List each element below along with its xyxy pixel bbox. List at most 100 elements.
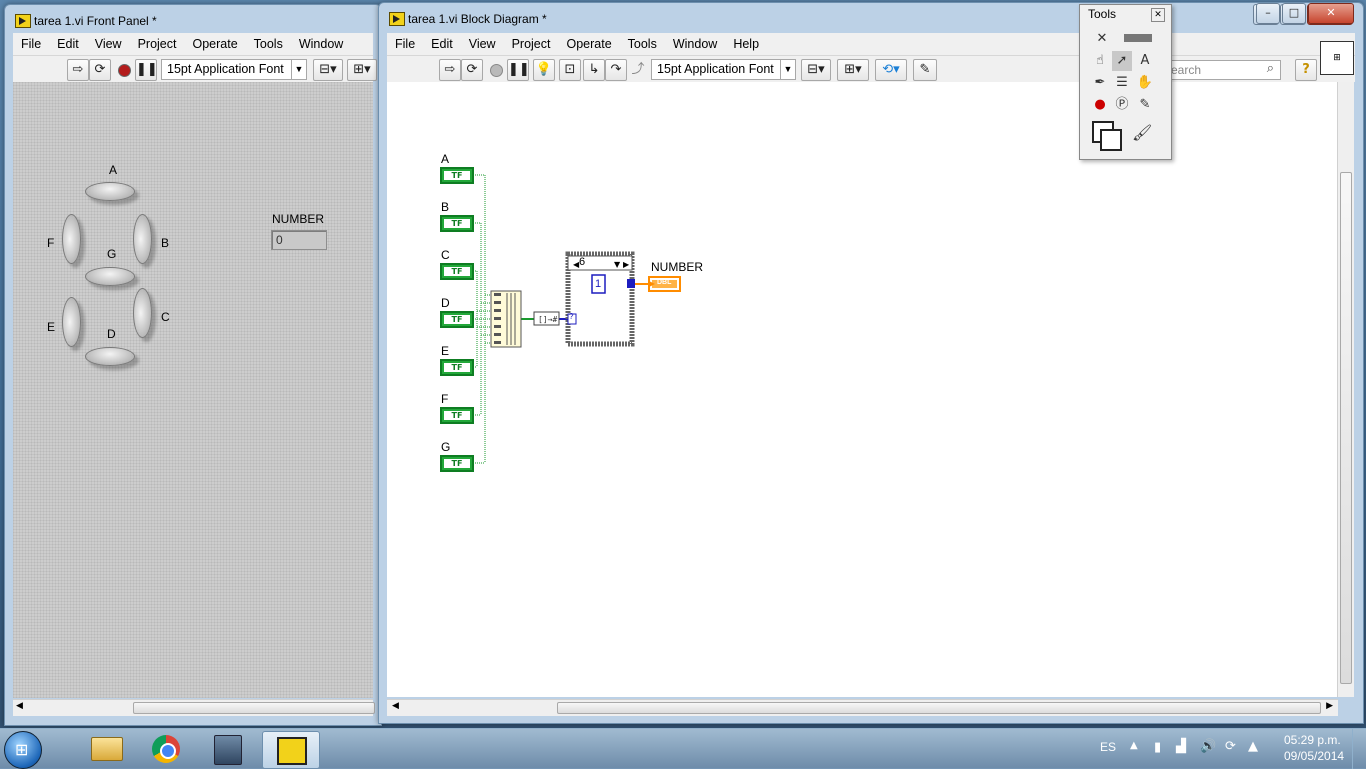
close-button[interactable]: ✕ [1308, 3, 1354, 24]
front-panel-titlebar[interactable]: tarea 1.vi Front Panel * [5, 5, 381, 35]
pause-icon[interactable]: ❚❚ [135, 59, 158, 81]
front_panel-menu-view[interactable]: View [87, 33, 130, 55]
front_panel-menu-edit[interactable]: Edit [49, 33, 87, 55]
block_diagram-menu-edit[interactable]: Edit [423, 33, 461, 55]
probe-icon[interactable]: Ⓟ [1112, 95, 1132, 115]
segment-led-f[interactable] [62, 214, 81, 264]
volume-icon[interactable]: 🔊 [1200, 739, 1216, 754]
help-icon[interactable]: ? [1295, 59, 1317, 81]
highlight-execution-icon[interactable]: 💡 [533, 59, 555, 81]
clock-time[interactable]: 05:29 p.m. [1284, 733, 1341, 747]
taskbar-computer[interactable] [200, 731, 256, 767]
segment-led-b[interactable] [133, 214, 152, 264]
step-into-icon[interactable]: ↳ [583, 59, 605, 81]
language-indicator[interactable]: ES [1100, 740, 1116, 754]
tools-palette[interactable]: Tools ✕ ✕ ☝ ➚ A ✒ ☰ ✋ ● Ⓟ ✎ 🖌 [1079, 4, 1172, 160]
run-arrow-icon[interactable]: ⇨ [67, 59, 89, 81]
object-shortcut-menu-icon[interactable]: ☰ [1112, 73, 1132, 93]
search-icon[interactable]: ⌕ [1267, 61, 1274, 76]
block-diagram-window[interactable]: tarea 1.vi Block Diagram * – □ ✕ FileEdi… [378, 2, 1364, 724]
segment-led-e[interactable] [62, 297, 81, 347]
front-panel-window[interactable]: tarea 1.vi Front Panel * File Edit View Pro… [4, 4, 382, 726]
front_panel-menu-project[interactable]: Project [130, 33, 185, 55]
run-continuously-icon[interactable]: ⟳ [461, 59, 483, 81]
step-over-icon[interactable]: ↷ [605, 59, 627, 81]
get-color-icon[interactable]: ✎ [1135, 95, 1155, 115]
front-panel-hscroll-thumb[interactable] [133, 702, 375, 714]
battery-icon[interactable]: ▮ [1154, 740, 1161, 755]
retain-wire-values-icon[interactable]: ⊡ [559, 59, 581, 81]
drive-icon[interactable]: ▲ [1248, 739, 1258, 754]
terminal-a[interactable]: TF [440, 167, 474, 184]
automatic-tool-icon[interactable]: ✕ [1092, 29, 1112, 49]
position-tool-icon[interactable]: ➚ [1112, 51, 1132, 71]
clean-up-diagram-icon[interactable]: ✎ [913, 59, 937, 81]
terminal-f[interactable]: TF [440, 407, 474, 424]
block_diagram-menu-window[interactable]: Window [665, 33, 725, 55]
align-objects-icon[interactable]: ⊟▾ [313, 59, 343, 81]
block-diagram-hscroll-thumb[interactable] [557, 702, 1321, 714]
block-diagram-titlebar[interactable]: tarea 1.vi Block Diagram * – □ ✕ [379, 3, 1363, 33]
minimize-button[interactable]: – [1256, 3, 1280, 24]
scroll-left-icon[interactable]: ◀ [392, 701, 399, 711]
show-desktop-button[interactable] [1352, 729, 1366, 769]
search-input[interactable]: earch [1171, 63, 1201, 77]
maximize-button[interactable]: □ [1282, 3, 1306, 24]
tools-close-icon[interactable]: ✕ [1151, 8, 1165, 22]
sync-icon[interactable]: ⟳ [1225, 739, 1236, 754]
abort-icon[interactable] [485, 59, 507, 81]
font-selector[interactable]: 15pt Application Font ▼ [651, 59, 796, 80]
pause-icon[interactable]: ❚❚ [507, 59, 530, 81]
block_diagram-menu-project[interactable]: Project [504, 33, 559, 55]
front_panel-menu-operate[interactable]: Operate [184, 33, 245, 55]
block-diagram-hscroll[interactable]: ◀ ▶ [387, 699, 1338, 716]
block-diagram-vscroll-thumb[interactable] [1340, 172, 1352, 684]
distribute-objects-icon[interactable]: ⊞▾ [347, 59, 377, 81]
front-panel-canvas[interactable]: A F B G E C D NUMBER 0 [13, 82, 373, 698]
taskbar-labview[interactable] [262, 731, 320, 769]
set-color-icon[interactable] [1090, 119, 1122, 151]
align-objects-icon[interactable]: ⊟▾ [801, 59, 831, 81]
block_diagram-menu-help[interactable]: Help [725, 33, 767, 55]
abort-icon[interactable] [113, 59, 135, 81]
terminal-c[interactable]: TF [440, 263, 474, 280]
step-out-icon[interactable]: ⤴ [627, 59, 649, 81]
segment-led-c[interactable] [133, 288, 152, 338]
scroll-right-icon[interactable]: ▶ [1326, 701, 1333, 711]
start-button[interactable]: ⊞ [4, 731, 42, 769]
block_diagram-menu-file[interactable]: File [387, 33, 423, 55]
terminal-g[interactable]: TF [440, 455, 474, 472]
show-hidden-icons-icon[interactable]: ▲ [1130, 740, 1138, 751]
brush-icon[interactable]: 🖌 [1132, 123, 1152, 143]
block-diagram-canvas[interactable]: []→# ◀ ▶ ▼ 6 1 ? NUMBER DBL A TF B TF C … [387, 82, 1338, 697]
front_panel-menu-tools[interactable]: Tools [246, 33, 291, 55]
signal-icon[interactable]: ▟ [1176, 739, 1186, 754]
block-diagram-vscroll[interactable] [1337, 82, 1354, 697]
clock-date[interactable]: 09/05/2014 [1284, 749, 1344, 763]
terminal-e[interactable]: TF [440, 359, 474, 376]
scroll-left-icon[interactable]: ◀ [16, 701, 23, 711]
case-selector-value[interactable]: 6 [579, 256, 585, 268]
automatic-selection-icon[interactable] [1118, 29, 1158, 49]
terminal-b[interactable]: TF [440, 215, 474, 232]
terminal-d[interactable]: TF [440, 311, 474, 328]
run-arrow-icon[interactable]: ⇨ [439, 59, 461, 81]
block_diagram-menu-view[interactable]: View [461, 33, 504, 55]
scroll-window-icon[interactable]: ✋ [1135, 73, 1155, 93]
breakpoint-icon[interactable]: ● [1090, 95, 1110, 115]
front_panel-menu-window[interactable]: Window [291, 33, 351, 55]
block_diagram-menu-operate[interactable]: Operate [558, 33, 619, 55]
segment-led-a[interactable] [85, 182, 135, 201]
distribute-objects-icon[interactable]: ⊞▾ [837, 59, 869, 81]
front-panel-hscroll[interactable]: ◀ [13, 699, 375, 716]
taskbar-chrome[interactable] [140, 731, 196, 767]
case-constant-value[interactable]: 1 [595, 278, 601, 290]
operate-value-icon[interactable]: ☝ [1090, 51, 1110, 71]
run-continuously-icon[interactable]: ⟳ [89, 59, 111, 81]
edit-text-icon[interactable]: A [1135, 51, 1155, 71]
taskbar-explorer[interactable] [78, 731, 134, 767]
block_diagram-menu-tools[interactable]: Tools [620, 33, 665, 55]
front_panel-menu-file[interactable]: File [13, 33, 49, 55]
segment-led-d[interactable] [85, 347, 135, 366]
search-box[interactable]: earch ⌕ [1167, 60, 1281, 80]
